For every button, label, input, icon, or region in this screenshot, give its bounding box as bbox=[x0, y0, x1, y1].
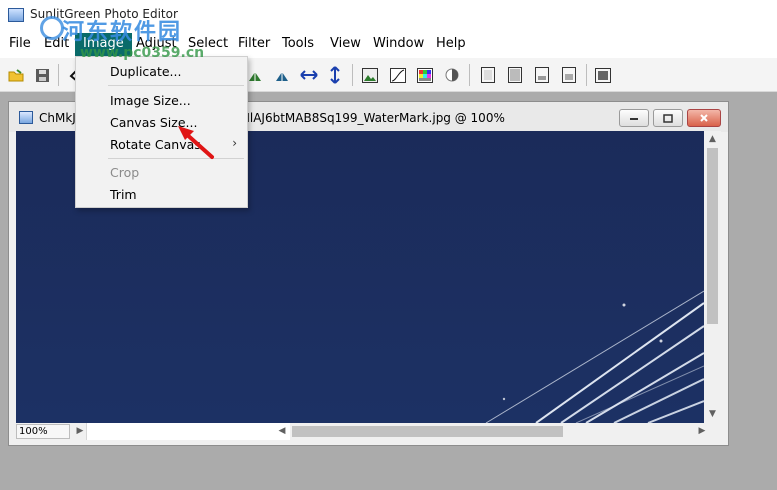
menu-filter[interactable]: Filter bbox=[238, 36, 270, 51]
menu-item-trim[interactable]: Trim bbox=[110, 187, 137, 202]
image-menu-dropdown: Duplicate... Image Size... Canvas Size..… bbox=[75, 56, 248, 208]
toolbar-separator bbox=[352, 64, 353, 86]
toolbar-separator bbox=[58, 64, 59, 86]
menu-adjust[interactable]: Adjust bbox=[136, 36, 177, 51]
vertical-scrollbar[interactable]: ▲ ▼ bbox=[704, 131, 721, 423]
color-balance-icon[interactable] bbox=[415, 65, 435, 85]
close-button[interactable] bbox=[687, 109, 721, 127]
document-title-suffix: TIlAJ6btMAB8Sq199_WaterMark.jpg @ 100% bbox=[239, 111, 505, 125]
frame-shadow-icon[interactable] bbox=[505, 65, 525, 85]
vertical-scroll-thumb[interactable] bbox=[707, 148, 718, 324]
menu-view[interactable]: View bbox=[330, 36, 361, 51]
frame-icon[interactable] bbox=[478, 65, 498, 85]
scroll-up-icon[interactable]: ▲ bbox=[704, 131, 721, 148]
contrast-icon[interactable] bbox=[442, 65, 462, 85]
menu-item-crop: Crop bbox=[110, 165, 140, 180]
menu-bar: File Edit Image Adjust Select Filter Too… bbox=[0, 31, 777, 58]
title-bar: SunlitGreen Photo Editor bbox=[0, 0, 777, 31]
flip-horizontal-icon[interactable] bbox=[299, 65, 319, 85]
submenu-arrow-icon: › bbox=[232, 136, 237, 150]
document-title: ChMkJ bbox=[39, 111, 76, 125]
minimize-button[interactable] bbox=[619, 109, 649, 127]
toolbar-separator bbox=[586, 64, 587, 86]
menu-separator bbox=[108, 85, 244, 86]
document-icon bbox=[19, 111, 33, 124]
save-icon[interactable] bbox=[32, 65, 52, 85]
landscape-image-icon[interactable] bbox=[360, 65, 380, 85]
flip-right-icon[interactable] bbox=[272, 65, 292, 85]
scroll-down-icon[interactable]: ▼ bbox=[704, 406, 721, 423]
menu-window[interactable]: Window bbox=[373, 36, 424, 51]
curves-icon[interactable] bbox=[388, 65, 408, 85]
flip-left-icon[interactable] bbox=[245, 65, 265, 85]
scroll-left-icon[interactable]: ◀ bbox=[274, 423, 290, 440]
menu-help[interactable]: Help bbox=[436, 36, 466, 51]
menu-file[interactable]: File bbox=[9, 36, 31, 51]
document-alt-icon[interactable] bbox=[559, 65, 579, 85]
horizontal-scroll-track[interactable] bbox=[86, 423, 290, 440]
red-arrow-icon bbox=[178, 126, 214, 159]
scroll-right-icon[interactable]: ▶ bbox=[694, 423, 710, 440]
horizontal-scroll-thumb[interactable] bbox=[292, 426, 563, 437]
flip-vertical-icon[interactable] bbox=[325, 65, 345, 85]
menu-item-image-size[interactable]: Image Size... bbox=[110, 93, 191, 108]
zoom-level-field[interactable]: 100% bbox=[16, 424, 70, 439]
status-scroll-bar: 100% ▶ ◀ ▶ bbox=[16, 423, 721, 440]
document-icon[interactable] bbox=[532, 65, 552, 85]
app-icon bbox=[8, 8, 24, 22]
menu-edit[interactable]: Edit bbox=[44, 36, 69, 51]
menu-tools[interactable]: Tools bbox=[282, 36, 314, 51]
restore-button[interactable] bbox=[653, 109, 683, 127]
app-title: SunlitGreen Photo Editor bbox=[30, 7, 178, 21]
menu-image[interactable]: Image bbox=[75, 33, 132, 56]
fullscreen-icon[interactable] bbox=[593, 65, 613, 85]
menu-item-duplicate[interactable]: Duplicate... bbox=[110, 64, 181, 79]
toolbar-separator bbox=[469, 64, 470, 86]
open-folder-icon[interactable] bbox=[6, 65, 26, 85]
menu-select[interactable]: Select bbox=[188, 36, 228, 51]
